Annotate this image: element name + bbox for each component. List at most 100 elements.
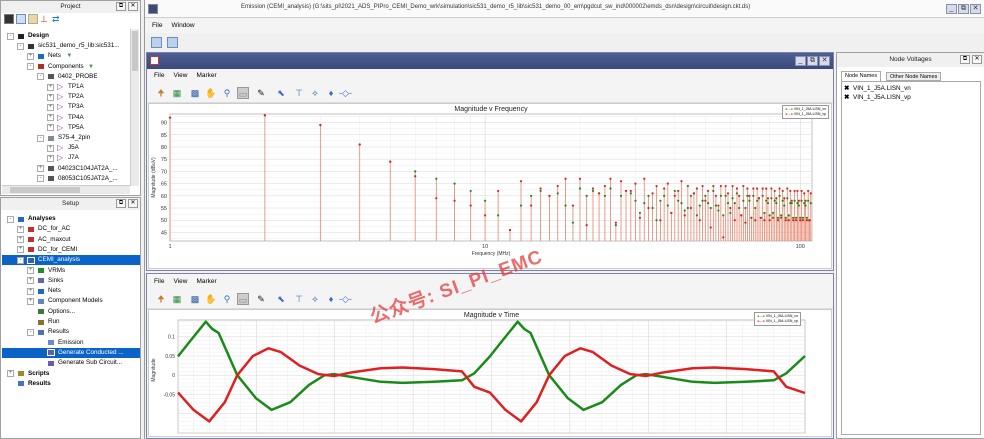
select-icon[interactable]: ⬉ <box>275 87 287 99</box>
collapse-icon[interactable]: - <box>37 175 44 183</box>
tree-item-nets[interactable]: + Nets ▼ <box>2 51 131 61</box>
collapse-icon[interactable]: - <box>37 134 44 142</box>
zoom-icon[interactable]: ⚲ <box>221 87 233 99</box>
tree-item-ac-maxcut[interactable]: + AC_maxcut <box>2 235 140 245</box>
filter-icon[interactable]: ▼ <box>66 51 72 61</box>
expand-icon[interactable]: + <box>7 370 14 377</box>
expand-icon[interactable]: + <box>27 287 34 295</box>
expand-icon[interactable]: + <box>47 154 54 162</box>
tree-item-sinks[interactable]: + Sinks <box>2 276 140 286</box>
close-button[interactable]: ✕ <box>128 199 138 208</box>
tree-item-tp2a[interactable]: + ▷ TP2A <box>2 92 131 102</box>
tree-item-j7a[interactable]: + ▷ J7A <box>2 153 131 163</box>
node-list-item[interactable]: ✖ VIN_1_J5A.LISN_vp <box>842 93 980 103</box>
home-icon[interactable]: 🠉 <box>155 293 167 305</box>
sync-icon[interactable]: ⇄ <box>52 14 62 24</box>
tree-item-vrms[interactable]: + VRMs <box>2 266 140 276</box>
expand-icon[interactable]: + <box>27 267 34 274</box>
tree-item-generate-sub-circuit[interactable]: Generate Sub Circuit... <box>2 358 140 368</box>
tree-item-analyses[interactable]: - Analyses <box>2 214 140 224</box>
menu-marker[interactable]: Marker <box>196 278 216 285</box>
menu-view[interactable]: View <box>173 278 187 285</box>
marker-v-icon[interactable]: ♦ <box>325 87 337 99</box>
expand-icon[interactable]: + <box>17 225 24 233</box>
tree-item-scripts[interactable]: + Scripts <box>2 369 140 379</box>
marker-icon[interactable]: ⊤ <box>293 87 305 99</box>
collapse-icon[interactable]: - <box>7 32 14 40</box>
open-plot-icon[interactable] <box>167 37 178 48</box>
tab-other-node-names[interactable]: Other Node Names <box>886 72 942 81</box>
tree-item-cemi-analysis[interactable]: - CEMI_analysis <box>2 255 140 266</box>
close-button[interactable]: ✕ <box>819 56 830 66</box>
tree-item-j5a[interactable]: + ▷ J5A <box>2 143 131 153</box>
export-icon[interactable]: ▦ <box>171 293 183 305</box>
collapse-icon[interactable]: - <box>17 256 24 264</box>
collapse-icon[interactable]: - <box>17 42 24 50</box>
expand-icon[interactable]: + <box>37 165 44 173</box>
tree-item-tp5a[interactable]: + ▷ TP5A <box>2 123 131 133</box>
tree-item-results[interactable]: Results <box>2 379 140 389</box>
close-button[interactable]: ✕ <box>970 4 981 14</box>
tree-item-tp3a[interactable]: + ▷ TP3A <box>2 102 131 112</box>
tree-item-run[interactable]: Run <box>2 317 140 327</box>
marker-h-icon[interactable]: -◇- <box>339 87 352 99</box>
expand-icon[interactable]: + <box>17 246 24 254</box>
collapse-icon[interactable]: - <box>27 328 34 336</box>
page-icon[interactable] <box>16 14 26 24</box>
hierarchy-icon[interactable]: ⊥ <box>40 14 50 24</box>
marker-v-icon[interactable]: ♦ <box>325 293 337 305</box>
tree-item-sic531-demo-r5-lib-sic531[interactable]: - sic531_demo_r5_lib:sic531... <box>2 41 131 51</box>
tree-item-08053c105jat2a[interactable]: - 08053C105JAT2A_... <box>2 174 131 184</box>
design-view-icon[interactable] <box>4 14 14 24</box>
grid-icon[interactable]: ▩ <box>189 87 201 99</box>
collapse-icon[interactable]: - <box>27 63 34 71</box>
menu-file[interactable]: File <box>152 22 162 29</box>
expand-icon[interactable]: + <box>47 124 54 132</box>
pen-icon[interactable]: ✎ <box>255 293 267 305</box>
restore-button[interactable]: ⧉ <box>807 56 818 66</box>
marker-h-icon[interactable]: -◇- <box>339 293 352 305</box>
tree-item-tp4a[interactable]: + ▷ TP4A <box>2 113 131 123</box>
tree-item-0402-probe[interactable]: - 0402_PROBE <box>2 72 131 82</box>
float-button[interactable]: ⧉ <box>116 199 126 208</box>
marker-icon[interactable]: ⊤ <box>293 293 305 305</box>
home-icon[interactable]: 🠉 <box>155 87 167 99</box>
minimize-button[interactable]: _ <box>795 56 806 66</box>
zoom-icon[interactable]: ⚲ <box>221 293 233 305</box>
menu-view[interactable]: View <box>173 72 187 79</box>
float-button[interactable]: ⧉ <box>116 2 126 11</box>
zoom-box-icon[interactable]: ▭ <box>237 293 249 305</box>
new-plot-icon[interactable] <box>151 37 162 48</box>
tree-item-s75-4-2pin[interactable]: - S75-4_2pin <box>2 133 131 143</box>
tree-item-generate-conducted[interactable]: Generate Conducted ... <box>2 347 140 358</box>
expand-icon[interactable]: + <box>47 83 54 91</box>
pan-icon[interactable]: ✋ <box>205 87 217 99</box>
tree-item-emission[interactable]: Emission <box>2 338 140 348</box>
expand-icon[interactable]: + <box>47 114 54 122</box>
export-icon[interactable]: ▦ <box>171 87 183 99</box>
tree-item-tp1a[interactable]: + ▷ TP1A <box>2 82 131 92</box>
close-button[interactable]: ✕ <box>128 2 138 11</box>
close-button[interactable]: ✕ <box>972 55 982 64</box>
menu-file[interactable]: File <box>154 72 164 79</box>
tab-node-names[interactable]: Node Names <box>841 71 882 81</box>
tree-item-dc-for-cemi[interactable]: + DC_for_CEMI <box>2 245 140 255</box>
float-button[interactable]: ⧉ <box>960 55 970 64</box>
collapse-icon[interactable]: - <box>37 73 44 81</box>
filter-icon[interactable]: ▼ <box>88 62 94 72</box>
pan-icon[interactable]: ✋ <box>205 293 217 305</box>
expand-icon[interactable]: + <box>47 144 54 152</box>
project-hscrollbar[interactable] <box>2 185 130 194</box>
marker-point-icon[interactable]: ⟡ <box>309 87 321 99</box>
expand-icon[interactable]: + <box>27 297 34 305</box>
expand-icon[interactable]: + <box>47 93 54 101</box>
tree-item-component-models[interactable]: + Component Models <box>2 296 140 306</box>
expand-icon[interactable]: + <box>27 52 34 60</box>
select-icon[interactable]: ⬉ <box>275 293 287 305</box>
menu-file[interactable]: File <box>154 278 164 285</box>
tree-item-design[interactable]: - Design <box>2 31 131 41</box>
menu-marker[interactable]: Marker <box>196 72 216 79</box>
expand-icon[interactable]: + <box>47 103 54 111</box>
tree-item-options[interactable]: Options... <box>2 307 140 317</box>
tree-item-components[interactable]: - Components ▼ <box>2 62 131 72</box>
